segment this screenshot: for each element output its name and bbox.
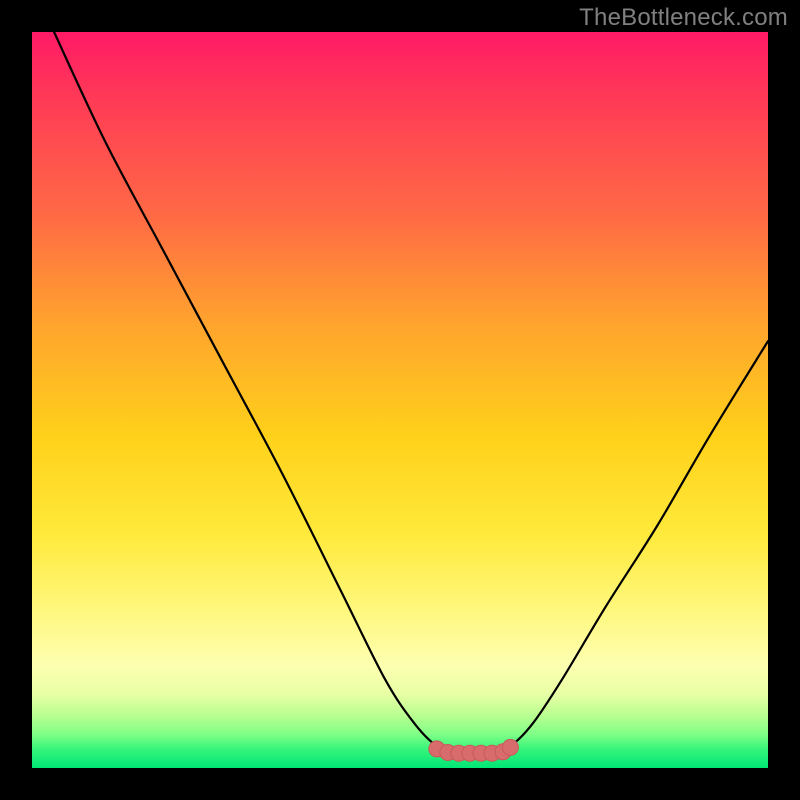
plot-area bbox=[32, 32, 768, 768]
flat-band-marker bbox=[502, 739, 518, 755]
watermark-text: TheBottleneck.com bbox=[579, 4, 788, 32]
curve-layer bbox=[32, 32, 768, 768]
bottleneck-curve bbox=[54, 32, 768, 754]
flat-band-markers bbox=[429, 739, 519, 761]
chart-frame: TheBottleneck.com bbox=[0, 0, 800, 800]
